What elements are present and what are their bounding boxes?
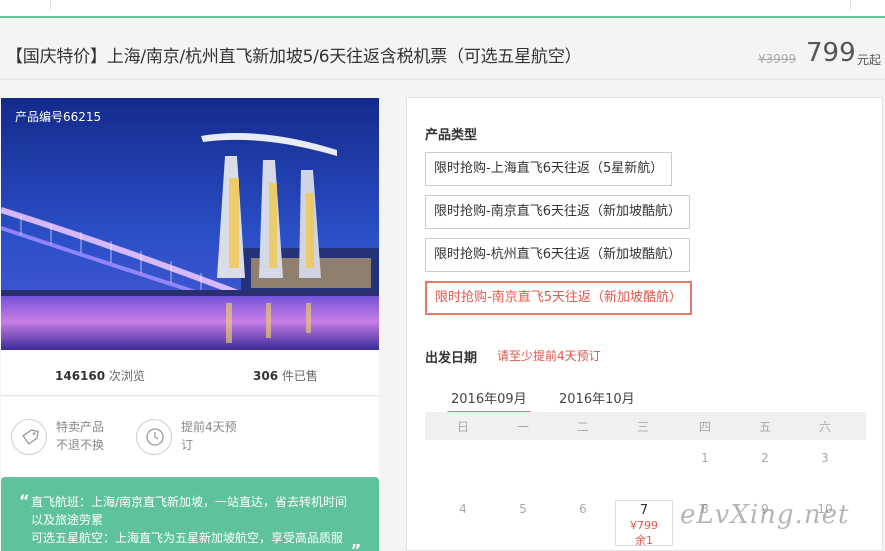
tag-icon [11, 419, 47, 455]
departure-date-label: 出发日期 [425, 351, 478, 366]
calendar-day-number: 7 [639, 503, 649, 518]
close-quote-mark: „ [351, 532, 362, 551]
tab-month-october[interactable]: 2016年10月 [559, 388, 635, 407]
weekday-label: 一 [516, 420, 529, 434]
product-photo[interactable]: 产品编号66215 [1, 98, 379, 350]
product-type-option[interactable]: 限时抢购-上海直飞6天往返（5星新航） [425, 152, 673, 186]
highlights-text: 直飞航班：上海/南京直飞新加坡，一站直达，省去转机时间 以及旅途劳累 可选五星航… [31, 493, 347, 547]
weekday-label: 六 [818, 420, 831, 434]
product-stats: 146160 次浏览 306 件已售 [1, 350, 379, 396]
product-type-option-selected[interactable]: 限时抢购-南京直飞5天往返（新加坡酷航） [425, 281, 692, 315]
calendar-day: 6 [579, 502, 587, 516]
price-unit: 元起 [857, 53, 882, 67]
sold-count: 306 件已售 [253, 367, 318, 384]
product-features: 特卖产品 不退不换 提前4天预 订 [1, 397, 379, 477]
open-quote-mark: “ [19, 491, 30, 510]
booking-hint: 请至少提前4天预订 [497, 349, 601, 363]
calendar-day-available[interactable]: 7 ¥799 余1 [615, 500, 673, 547]
highlight-line: 可选五星航空：上海直飞为五星新加坡航空，享受高品质服 [31, 531, 344, 545]
calendar-day: 5 [519, 502, 527, 516]
tab-month-september[interactable]: 2016年09月 [447, 388, 531, 414]
weekday-label: 三 [636, 420, 649, 434]
highlights-box: “ 直飞航班：上海/南京直飞新加坡，一站直达，省去转机时间 以及旅途劳累 可选五… [1, 477, 379, 551]
product-type-option[interactable]: 限时抢购-南京直飞6天往返（新加坡酷航） [425, 195, 690, 229]
calendar-day: 1 [701, 451, 709, 465]
site-watermark: eLvXing.net [680, 500, 850, 530]
calendar-weekday-header: 日 一 二 三 四 五 六 [425, 412, 866, 440]
original-price: ¥3999 [758, 52, 797, 66]
calendar-day: 4 [459, 502, 467, 516]
calendar-day-price: ¥799 [630, 519, 658, 532]
weekday-label: 四 [698, 420, 711, 434]
product-title: 【国庆特价】上海/南京/杭州直飞新加坡5/6天往返含税机票（可选五星航空） [6, 47, 582, 67]
booking-panel: 产品类型 限时抢购-上海直飞6天往返（5星新航） 限时抢购-南京直飞6天往返（新… [406, 97, 883, 551]
view-count-label: 次浏览 [105, 369, 145, 383]
clock-icon [136, 419, 172, 455]
nav-separator [50, 0, 51, 10]
sold-count-value: 306 [253, 369, 279, 383]
feature-advance-booking: 提前4天预 订 [181, 418, 237, 454]
top-nav-bar [0, 0, 885, 18]
weekday-label: 二 [576, 420, 589, 434]
feature-line: 特卖产品 [56, 420, 105, 434]
product-type-label: 产品类型 [425, 128, 478, 143]
nav-separator [850, 0, 851, 10]
weekday-label: 五 [758, 420, 771, 434]
highlight-line: 以及旅途劳累 [31, 513, 104, 527]
calendar-day: 2 [761, 451, 769, 465]
sold-count-label: 件已售 [278, 369, 318, 383]
product-header: 【国庆特价】上海/南京/杭州直飞新加坡5/6天往返含税机票（可选五星航空） ¥3… [0, 28, 885, 80]
feature-line: 不退不换 [56, 438, 105, 452]
product-type-option[interactable]: 限时抢购-杭州直飞6天往返（新加坡酷航） [425, 238, 690, 272]
product-id: 产品编号66215 [15, 110, 102, 124]
calendar-day-stock: 余1 [635, 534, 653, 547]
feature-line: 订 [181, 438, 194, 452]
weekday-label: 日 [456, 420, 469, 434]
marina-bay-sands-image [1, 98, 379, 350]
view-count-value: 146160 [55, 369, 106, 383]
view-count: 146160 次浏览 [55, 367, 145, 384]
highlight-line: 直飞航班：上海/南京直飞新加坡，一站直达，省去转机时间 [31, 495, 348, 509]
calendar-day: 3 [821, 451, 829, 465]
feature-line: 提前4天预 [181, 420, 237, 434]
current-price: 799 [806, 38, 856, 68]
feature-special-sale: 特卖产品 不退不换 [56, 418, 104, 454]
